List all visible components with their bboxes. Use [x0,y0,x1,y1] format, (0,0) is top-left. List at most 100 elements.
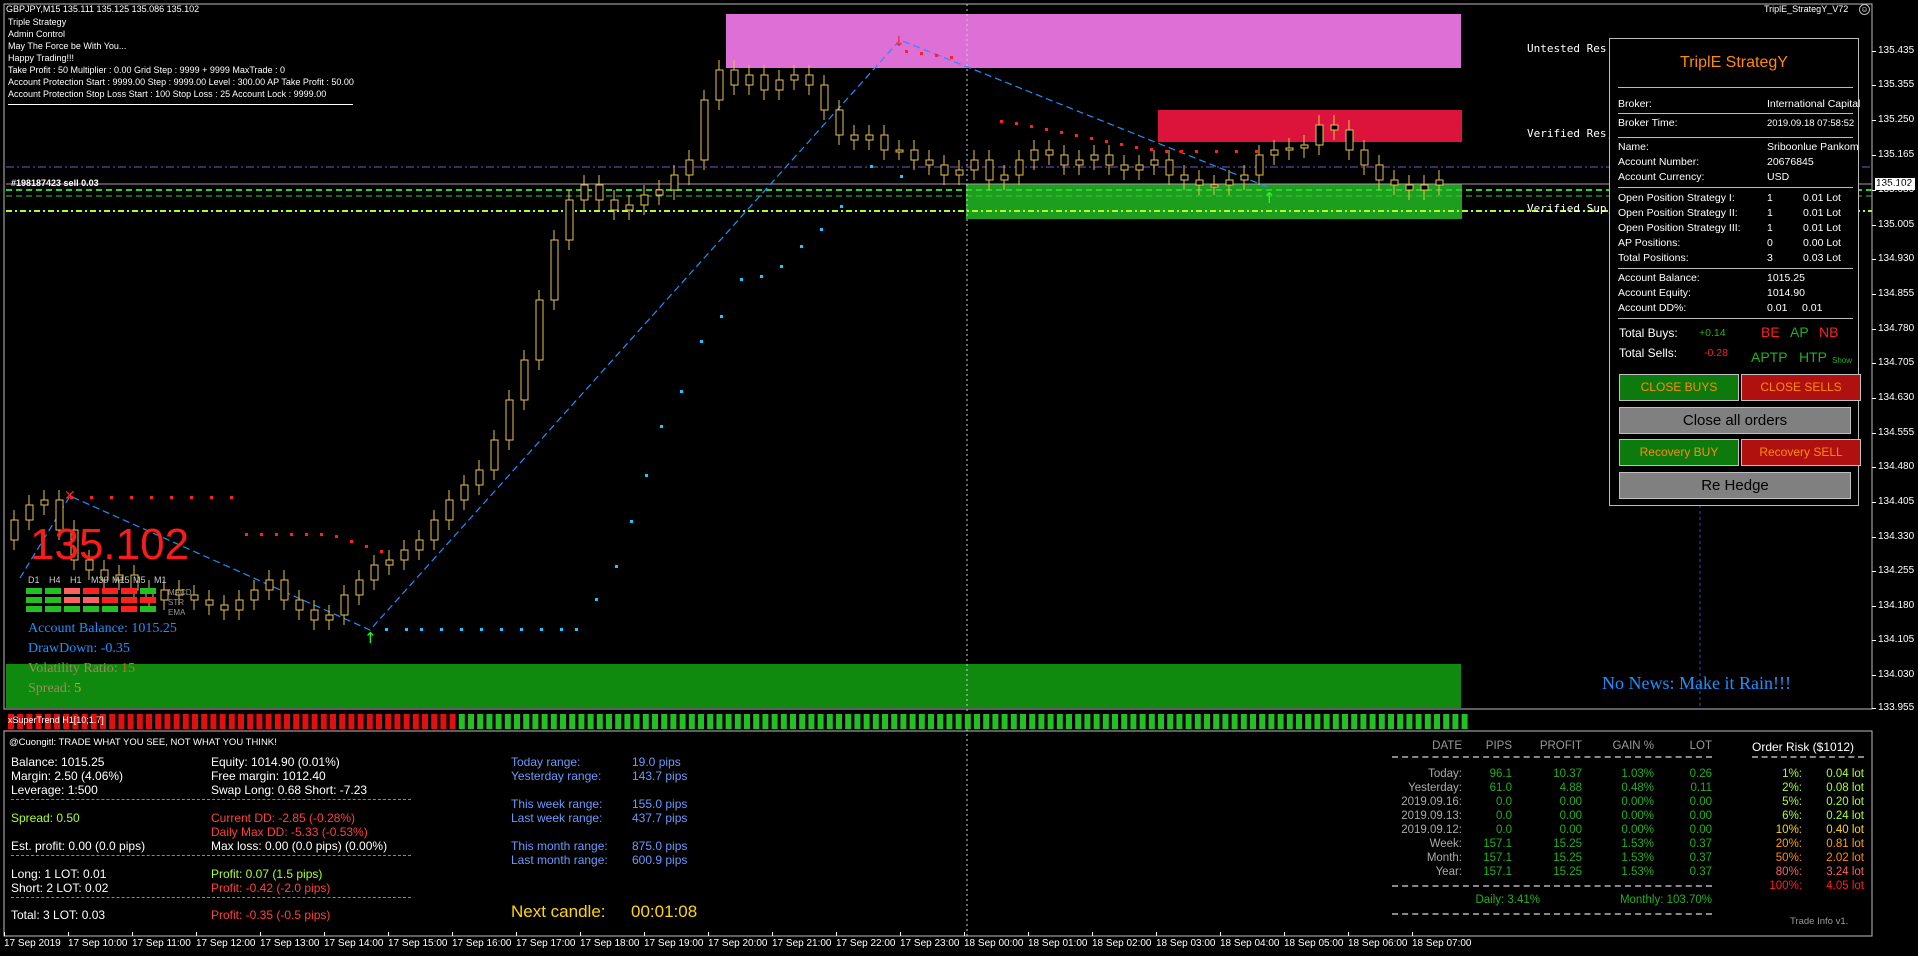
supertrend-bar [523,714,530,729]
flag-show[interactable]: Show [1832,356,1852,365]
panel-equity-value: 1014.90 [1767,287,1805,299]
sar-dot [820,228,823,231]
flag-nb[interactable]: NB [1819,324,1838,340]
supertrend-bar [872,714,879,729]
daily-dd-info: Daily Max DD: -5.33 (-0.53%) [211,825,368,839]
lower-support-zone [6,664,1461,708]
candle-body [925,159,934,166]
sar-dot [645,474,648,477]
range-value: 19.0 pips [632,755,681,769]
sar-dot [150,496,153,499]
supertrend-bar [928,714,934,729]
x-axis-label: 17 Sep 13:00 [260,932,320,949]
candle-body [1360,149,1369,166]
candle-body [1000,174,1009,181]
candle-body [1075,159,1084,166]
candle-body [490,439,499,471]
x-axis-label: 18 Sep 03:00 [1156,932,1216,949]
supertrend-bar [1342,714,1348,729]
sar-dot [1120,143,1123,146]
swap-info: Swap Long: 0.68 Short: -7.23 [211,783,368,797]
drawdown-value: -0.35 [100,641,130,656]
sar-dot [1015,122,1018,125]
x-axis-label: 17 Sep 10:00 [68,932,128,949]
supertrend-bar [550,714,557,729]
account-number-value: 20676845 [1767,156,1814,168]
order-label[interactable]: #198187423 sell 0.03 [11,178,99,188]
tf-label: M15 [112,575,130,585]
supertrend-bar [1084,714,1091,729]
position-count: 1 [1767,192,1773,204]
supertrend-bar [238,714,244,729]
supertrend-bar [155,714,162,729]
flag-htp[interactable]: HTP [1799,349,1827,365]
recovery-sell-button[interactable]: Recovery SELL [1741,439,1861,466]
supertrend-bar [1112,714,1118,729]
supertrend-bar [670,714,677,729]
stats-cell-date: Year: [1435,866,1462,878]
supertrend-bar [1066,714,1072,729]
flag-ap[interactable]: AP [1790,324,1809,340]
candle-body [970,159,979,171]
divider [1392,756,1712,758]
stats-cell-date: Today: [1428,768,1462,780]
monthly-gain: Monthly: 103.70% [1619,894,1712,906]
broker-time-value: 2019.09.18 07:58:52 [1767,118,1855,129]
stats-cell-gain: 0.00% [1621,824,1654,836]
trend-cell [140,597,156,603]
flag-be[interactable]: BE [1761,324,1780,340]
supertrend-bar [808,714,815,729]
candle-body [205,599,214,606]
candle-body [595,184,604,201]
sar-dot [950,56,953,59]
daily-gain: Daily: 3.41% [1475,894,1540,906]
panel-equity-label: Account Equity: [1618,287,1691,299]
sar-dot [840,205,843,208]
x-axis-label: 18 Sep 01:00 [1028,932,1088,949]
close-all-orders-button[interactable]: Close all orders [1619,407,1851,434]
y-axis-label: 134.255 [1871,565,1915,576]
supertrend-bar [679,714,686,729]
supertrend-bar [118,714,125,729]
supertrend-bar [615,714,622,729]
broker-value: International Capital [1767,98,1861,110]
supertrend-bar [1314,714,1321,729]
supertrend-bar [357,714,364,729]
supertrend-bar [1222,714,1229,729]
sar-dot [350,540,353,543]
trend-cell [45,597,61,603]
recovery-buy-button[interactable]: Recovery BUY [1619,439,1739,466]
rehedge-button[interactable]: Re Hedge [1619,472,1851,499]
currency-value: USD [1767,171,1790,183]
supertrend-bar [642,714,649,729]
x-axis-label: 17 Sep 23:00 [900,932,960,949]
supertrend-bar [744,714,750,729]
trend-cell [121,606,137,612]
close-buys-button[interactable]: CLOSE BUYS [1619,374,1739,401]
candle-body [1150,159,1159,166]
stats-cell-gain: 0.00% [1621,810,1654,822]
trend-cell [26,588,42,594]
sar-dot [1030,125,1033,128]
flag-aptp[interactable]: APTP [1751,349,1788,365]
supertrend-bar [624,714,631,729]
trend-cell [140,588,156,594]
tf-label: H1 [70,575,82,585]
supertrend-bar [1406,714,1413,729]
close-sells-button[interactable]: CLOSE SELLS [1741,374,1861,401]
candle-body [700,99,709,161]
free-margin-info: Free margin: 1012.40 [211,769,326,783]
sar-dot [920,52,923,55]
supertrend-bar [376,714,382,729]
sar-dot [245,533,248,536]
trend-cell [26,597,42,603]
sar-dot [660,425,663,428]
info-line: Account Protection Stop Loss Start : 100… [8,89,327,99]
supertrend-bar [228,714,235,729]
stats-cell-profit: 0.00 [1559,824,1582,836]
stats-cell-lot: 0.00 [1689,810,1712,822]
risk-lot: 0.81 lot [1826,838,1864,850]
balance-info: Balance: 1015.25 [11,755,105,769]
stats-cell-date: Month: [1426,852,1462,864]
info-line: Triple Strategy [8,17,67,27]
